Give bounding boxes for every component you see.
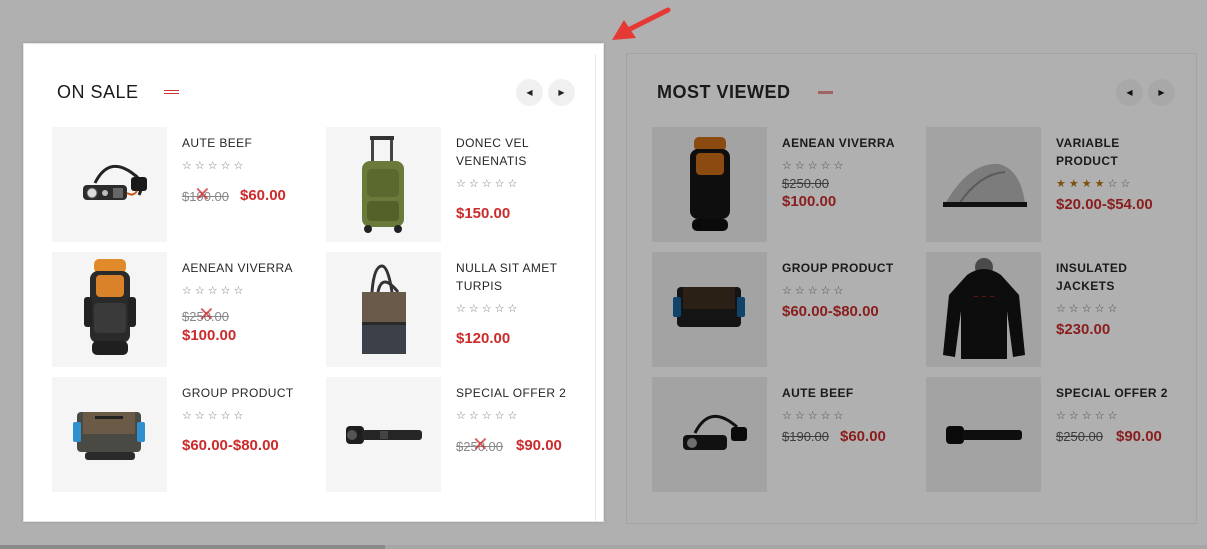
most-viewed-title: MOST VIEWED xyxy=(657,82,791,102)
rating-stars: ☆☆☆☆☆ xyxy=(782,160,847,172)
messenger-bag-image[interactable] xyxy=(52,377,167,492)
product-card[interactable]: AUTE BEEF ☆☆☆☆☆ $190.00 $60.00 xyxy=(652,377,912,493)
product-card[interactable]: GROUP PRODUCT ☆☆☆☆☆ $60.00-$80.00 xyxy=(52,377,312,493)
product-name[interactable]: SPECIAL OFFER 2 xyxy=(456,384,581,402)
tent-image[interactable] xyxy=(926,127,1041,242)
sale-price: $100.00 xyxy=(182,327,237,344)
old-price: $250.00 xyxy=(782,176,829,191)
product-name[interactable]: INSULATED JACKETS xyxy=(1056,259,1181,295)
most-viewed-prev-button[interactable]: ◀ xyxy=(1116,79,1143,106)
sale-price: $100.00 xyxy=(782,193,837,210)
sale-price: $90.00 xyxy=(1116,428,1162,445)
strikethrough-icon: ✕ xyxy=(472,434,489,456)
svg-text:~ ~ ~: ~ ~ ~ xyxy=(972,293,994,301)
product-card[interactable]: AENEAN VIVERRA ☆☆☆☆☆ $250.00 ✕ $100.00 xyxy=(52,252,312,368)
tote-bag-image[interactable] xyxy=(326,252,441,367)
sale-price: $60.00-$80.00 xyxy=(782,303,879,320)
product-card[interactable]: SPECIAL OFFER 2 ☆☆☆☆☆ $250.00 $90.00 xyxy=(926,377,1186,493)
on-sale-title: ON SALE xyxy=(57,82,139,102)
messenger-bag-image[interactable] xyxy=(652,252,767,367)
product-card[interactable]: SPECIAL OFFER 2 ☆☆☆☆☆ $250.00 ✕ $90.00 xyxy=(326,377,586,493)
rating-stars: ☆☆☆☆☆ xyxy=(782,410,847,422)
most-viewed-next-button[interactable]: ▶ xyxy=(1148,79,1175,106)
sale-price: $150.00 xyxy=(456,205,511,222)
flashlight-image[interactable] xyxy=(926,377,1041,492)
product-name[interactable]: VARIABLE PRODUCT xyxy=(1056,134,1181,170)
sale-price: $230.00 xyxy=(1056,321,1111,338)
sale-price: $60.00 xyxy=(840,428,886,445)
product-card[interactable]: AUTE BEEF ☆☆☆☆☆ $190.00 ✕ $60.00 xyxy=(52,127,312,243)
backpack-image[interactable] xyxy=(652,127,767,242)
product-name[interactable]: SPECIAL OFFER 2 xyxy=(1056,384,1181,402)
backpack-image[interactable] xyxy=(52,252,167,367)
rating-stars: ☆☆☆☆☆ xyxy=(456,303,521,315)
sale-price: $60.00-$80.00 xyxy=(182,437,279,454)
on-sale-panel: ON SALE ◀ ▶ AUTE BEEF ☆☆☆☆☆ $190.00 ✕ $6… xyxy=(23,43,604,522)
headlamp-image[interactable] xyxy=(652,377,767,492)
sale-price: $90.00 xyxy=(516,437,562,454)
sale-price: $20.00-$54.00 xyxy=(1056,196,1153,213)
sale-price: $120.00 xyxy=(456,330,511,347)
scrollbar-thumb[interactable] xyxy=(0,545,385,549)
old-price: $190.00 xyxy=(782,429,829,444)
product-name[interactable]: GROUP PRODUCT xyxy=(182,384,307,402)
hoodie-image[interactable]: ~ ~ ~ xyxy=(926,252,1041,367)
product-name[interactable]: GROUP PRODUCT xyxy=(782,259,907,277)
product-name[interactable]: NULLA SIT AMET TURPIS xyxy=(456,259,581,295)
empty-stars: ☆☆ xyxy=(1107,178,1134,190)
product-name[interactable]: AUTE BEEF xyxy=(782,384,907,402)
product-card[interactable]: GROUP PRODUCT ☆☆☆☆☆ $60.00-$80.00 xyxy=(652,252,912,368)
on-sale-next-button[interactable]: ▶ xyxy=(548,79,575,106)
flashlight-image[interactable] xyxy=(326,377,441,492)
product-card[interactable]: AENEAN VIVERRA ☆☆☆☆☆ $250.00 $100.00 xyxy=(652,127,912,243)
rating-stars: ☆☆☆☆☆ xyxy=(456,410,521,422)
product-name[interactable]: AUTE BEEF xyxy=(182,134,307,152)
product-card[interactable]: DONEC VEL VENENATIS ☆☆☆☆☆ $150.00 xyxy=(326,127,586,243)
product-name[interactable]: AENEAN VIVERRA xyxy=(182,259,307,277)
strikethrough-icon: ✕ xyxy=(198,304,215,326)
luggage-image[interactable] xyxy=(326,127,441,242)
old-price: $250.00 xyxy=(1056,429,1103,444)
rating-stars: ☆☆☆☆☆ xyxy=(1056,303,1121,315)
on-sale-prev-button[interactable]: ◀ xyxy=(516,79,543,106)
rating-stars: ☆☆☆☆☆ xyxy=(182,410,247,422)
rating-stars: ☆☆☆☆☆ xyxy=(182,285,247,297)
product-name[interactable]: AENEAN VIVERRA xyxy=(782,134,907,152)
pointer-arrow-icon xyxy=(612,7,671,40)
rating-stars: ☆☆☆☆☆ xyxy=(782,285,847,297)
most-viewed-panel: MOST VIEWED ◀ ▶ AENEAN VIVERRA ☆☆☆☆☆ $25… xyxy=(626,53,1197,524)
product-card[interactable]: NULLA SIT AMET TURPIS ☆☆☆☆☆ $120.00 xyxy=(326,252,586,368)
rating-stars: ☆☆☆☆☆ xyxy=(456,178,521,190)
strikethrough-icon: ✕ xyxy=(194,184,211,206)
rating-stars: ★★★★☆☆ xyxy=(1056,177,1133,190)
product-card[interactable]: VARIABLE PRODUCT ★★★★☆☆ $20.00-$54.00 xyxy=(926,127,1186,243)
rating-stars: ☆☆☆☆☆ xyxy=(182,160,247,172)
headlamp-image[interactable] xyxy=(52,127,167,242)
title-decoration xyxy=(818,91,833,94)
product-name[interactable]: DONEC VEL VENENATIS xyxy=(456,134,581,170)
rating-stars: ☆☆☆☆☆ xyxy=(1056,410,1121,422)
filled-stars: ★★★★ xyxy=(1056,178,1108,190)
title-decoration xyxy=(164,90,179,94)
product-card[interactable]: ~ ~ ~ INSULATED JACKETS ☆☆☆☆☆ $230.00 xyxy=(926,252,1186,368)
sale-price: $60.00 xyxy=(240,187,286,204)
